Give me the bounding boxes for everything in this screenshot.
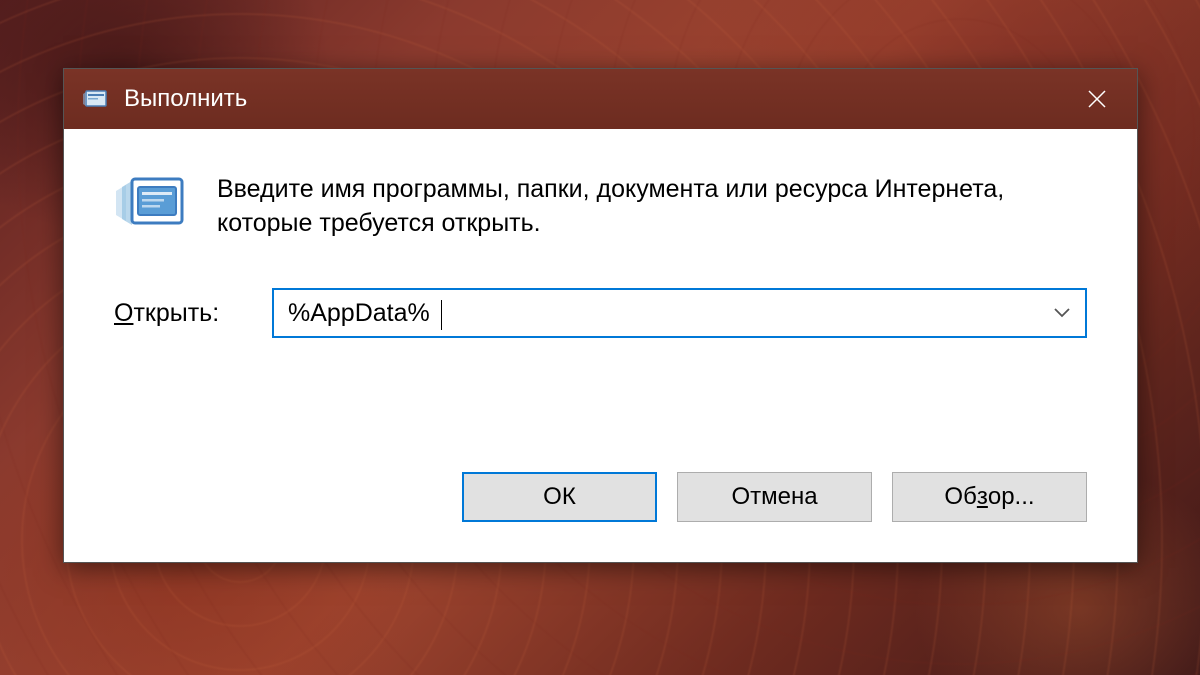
run-icon [114, 173, 189, 248]
close-button[interactable] [1057, 69, 1137, 129]
dialog-title: Выполнить [124, 85, 1057, 113]
button-row: ОК Отмена Обзор... [114, 451, 1087, 532]
cancel-button[interactable]: Отмена [677, 472, 872, 522]
browse-label-prefix: Об [944, 483, 976, 511]
open-input[interactable] [274, 290, 1039, 336]
ok-button[interactable]: ОК [462, 472, 657, 522]
combobox-dropdown-button[interactable] [1039, 290, 1085, 336]
run-titlebar-icon [82, 85, 110, 113]
close-icon [1086, 88, 1108, 110]
chevron-down-icon [1054, 308, 1070, 318]
titlebar[interactable]: Выполнить [64, 69, 1137, 129]
browse-button[interactable]: Обзор... [892, 472, 1087, 522]
dialog-description: Введите имя программы, папки, документа … [217, 169, 1087, 241]
input-row: Открыть: [114, 288, 1087, 338]
browse-label-underline: з [977, 483, 988, 511]
text-cursor [441, 300, 442, 330]
description-row: Введите имя программы, папки, документа … [114, 169, 1087, 248]
open-label: Открыть: [114, 299, 244, 328]
run-dialog: Выполнить Введите имя программы [63, 68, 1138, 563]
open-combobox[interactable] [272, 288, 1087, 338]
dialog-body: Введите имя программы, папки, документа … [64, 129, 1137, 562]
browse-label-suffix: ор... [988, 483, 1035, 511]
